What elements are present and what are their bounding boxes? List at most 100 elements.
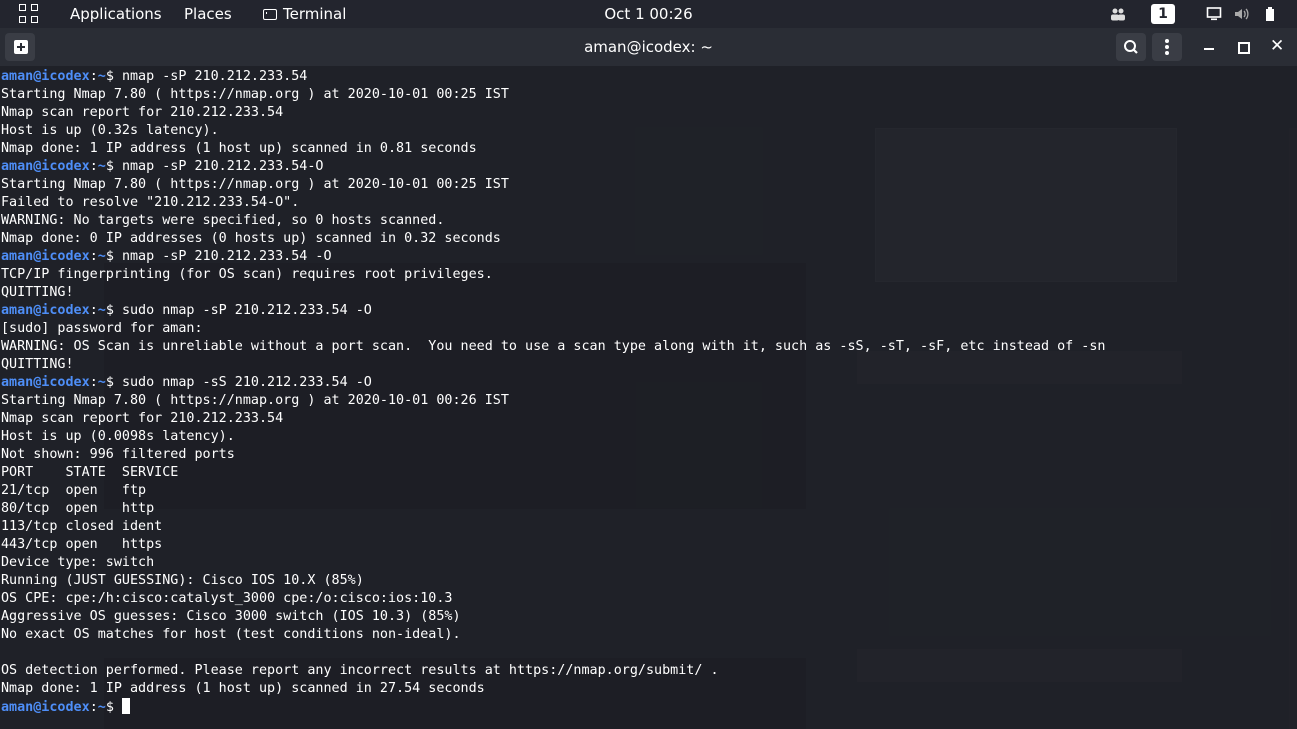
output-text: Starting Nmap 7.80 ( https://nmap.org ) … [1, 177, 509, 192]
search-button[interactable] [1116, 33, 1146, 61]
output-text: Nmap scan report for 210.212.233.54 [1, 105, 284, 120]
output-text: Running (JUST GUESSING): Cisco IOS 10.X … [1, 573, 364, 588]
terminal-output-line: 80/tcp open http [1, 500, 1105, 518]
terminal-output-line: 21/tcp open ftp [1, 482, 1105, 500]
terminal-output-line: Failed to resolve "210.212.233.54-O". [1, 194, 1105, 212]
output-text: Host is up (0.32s latency). [1, 123, 219, 138]
applications-menu[interactable]: Applications [70, 5, 162, 23]
terminal-app-menu[interactable]: Terminal [263, 5, 346, 23]
terminal-viewport[interactable]: aman@icodex:~$ nmap -sP 210.212.233.54 St… [0, 66, 1297, 729]
terminal-output-line: Running (JUST GUESSING): Cisco IOS 10.X … [1, 572, 1105, 590]
prompt-user: aman@icodex [1, 159, 90, 174]
workspace-indicator[interactable]: 1 [1151, 4, 1175, 24]
output-text: PORT STATE SERVICE [1, 465, 179, 480]
close-button[interactable]: ✕ [1262, 33, 1292, 61]
prompt-user: aman@icodex [1, 249, 90, 264]
close-icon: ✕ [1270, 36, 1285, 56]
command-text: nmap -sP 210.212.233.54 [121, 69, 308, 84]
terminal-output-line: No exact OS matches for host (test condi… [1, 626, 1105, 644]
terminal-output-line: Starting Nmap 7.80 ( https://nmap.org ) … [1, 392, 1105, 410]
apps-grid-icon[interactable] [19, 4, 39, 24]
terminal-output-line: OS CPE: cpe:/h:cisco:catalyst_3000 cpe:/… [1, 590, 1105, 608]
terminal-output-line: Nmap done: 1 IP address (1 host up) scan… [1, 680, 1105, 698]
terminal-output-line: Nmap scan report for 210.212.233.54 [1, 104, 1105, 122]
terminal-command-line: aman@icodex:~$ sudo nmap -sP 210.212.233… [1, 303, 372, 318]
command-text: sudo nmap -sP 210.212.233.54 -O [121, 303, 372, 318]
output-text: Device type: switch [1, 555, 155, 570]
maximize-button[interactable] [1228, 33, 1258, 61]
display-icon[interactable] [1206, 6, 1222, 22]
new-tab-button[interactable] [5, 33, 35, 61]
minimize-icon [1204, 48, 1214, 50]
output-text: WARNING: No targets were specified, so 0… [1, 213, 445, 228]
terminal-output-line: 443/tcp open https [1, 536, 1105, 554]
prompt-path: ~ [97, 375, 106, 390]
terminal-command-line: aman@icodex:~$ nmap -sP 210.212.233.54-O [1, 159, 324, 174]
battery-icon[interactable] [1262, 6, 1278, 22]
output-text: 21/tcp open ftp [1, 483, 147, 498]
terminal-output: aman@icodex:~$ nmap -sP 210.212.233.54 St… [1, 68, 1105, 717]
terminal-output-line: 113/tcp closed ident [1, 518, 1105, 536]
output-text: 80/tcp open http [1, 501, 155, 516]
prompt-user: aman@icodex [1, 700, 90, 715]
terminal-output-line: QUITTING! [1, 284, 1105, 302]
output-text: TCP/IP fingerprinting (for OS scan) requ… [1, 267, 493, 282]
terminal-command-line: aman@icodex:~$ nmap -sP 210.212.233.54 -… [1, 249, 332, 264]
output-text: QUITTING! [1, 357, 74, 372]
command-text: sudo nmap -sS 210.212.233.54 -O [121, 375, 372, 390]
clock[interactable]: Oct 1 00:26 [604, 5, 692, 23]
top-panel: Applications Places Terminal Oct 1 00:26… [0, 0, 1297, 28]
terminal-output-line: Device type: switch [1, 554, 1105, 572]
output-text: Failed to resolve "210.212.233.54-O". [1, 195, 300, 210]
terminal-output-line: PORT STATE SERVICE [1, 464, 1105, 482]
terminal-icon [263, 9, 277, 20]
output-text: Starting Nmap 7.80 ( https://nmap.org ) … [1, 393, 509, 408]
output-text: Host is up (0.0098s latency). [1, 429, 235, 444]
menu-button[interactable] [1152, 33, 1182, 61]
prompt-path: ~ [97, 303, 106, 318]
people-icon[interactable] [1110, 6, 1126, 22]
output-text: Nmap done: 1 IP address (1 host up) scan… [1, 141, 477, 156]
terminal-output-line [1, 644, 1105, 662]
title-container: aman@icodex: ~ [0, 38, 1297, 56]
terminal-output-line: OS detection performed. Please report an… [1, 662, 1105, 680]
terminal-output-line: Starting Nmap 7.80 ( https://nmap.org ) … [1, 86, 1105, 104]
search-icon [1124, 40, 1138, 54]
output-text: Aggressive OS guesses: Cisco 3000 switch… [1, 609, 461, 624]
terminal-titlebar: aman@icodex: ~ ✕ [0, 28, 1297, 66]
maximize-icon [1238, 42, 1250, 54]
terminal-output-line: WARNING: OS Scan is unreliable without a… [1, 338, 1105, 356]
terminal-app-label: Terminal [283, 5, 347, 23]
terminal-command-line: aman@icodex:~$ sudo nmap -sS 210.212.233… [1, 375, 372, 390]
prompt-user: aman@icodex [1, 303, 90, 318]
terminal-output-line: Aggressive OS guesses: Cisco 3000 switch… [1, 608, 1105, 626]
places-menu[interactable]: Places [184, 5, 232, 23]
prompt-user: aman@icodex [1, 69, 90, 84]
terminal-output-line: Nmap done: 1 IP address (1 host up) scan… [1, 140, 1105, 158]
output-text: Nmap done: 0 IP addresses (0 hosts up) s… [1, 231, 501, 246]
menu-icon [1165, 39, 1169, 55]
new-tab-icon [14, 40, 28, 54]
output-text: 443/tcp open https [1, 537, 163, 552]
output-text: WARNING: OS Scan is unreliable without a… [1, 339, 1106, 354]
text-cursor [121, 698, 130, 714]
terminal-output-line: Host is up (0.0098s latency). [1, 428, 1105, 446]
window-title: aman@icodex: ~ [584, 38, 713, 56]
prompt-path: ~ [97, 249, 106, 264]
terminal-command-line: aman@icodex:~$ [1, 698, 1105, 717]
volume-icon[interactable] [1234, 6, 1250, 22]
minimize-button[interactable] [1194, 33, 1224, 61]
output-text: QUITTING! [1, 285, 74, 300]
output-text: No exact OS matches for host (test condi… [1, 627, 461, 642]
prompt-user: aman@icodex [1, 375, 90, 390]
output-text: 113/tcp closed ident [1, 519, 163, 534]
output-text: Nmap scan report for 210.212.233.54 [1, 411, 284, 426]
prompt-path: ~ [97, 159, 106, 174]
terminal-output-line: Not shown: 996 filtered ports [1, 446, 1105, 464]
output-text: Nmap done: 1 IP address (1 host up) scan… [1, 681, 485, 696]
terminal-output-line: Starting Nmap 7.80 ( https://nmap.org ) … [1, 176, 1105, 194]
terminal-output-line: TCP/IP fingerprinting (for OS scan) requ… [1, 266, 1105, 284]
output-text: Starting Nmap 7.80 ( https://nmap.org ) … [1, 87, 509, 102]
prompt-path: ~ [97, 69, 106, 84]
